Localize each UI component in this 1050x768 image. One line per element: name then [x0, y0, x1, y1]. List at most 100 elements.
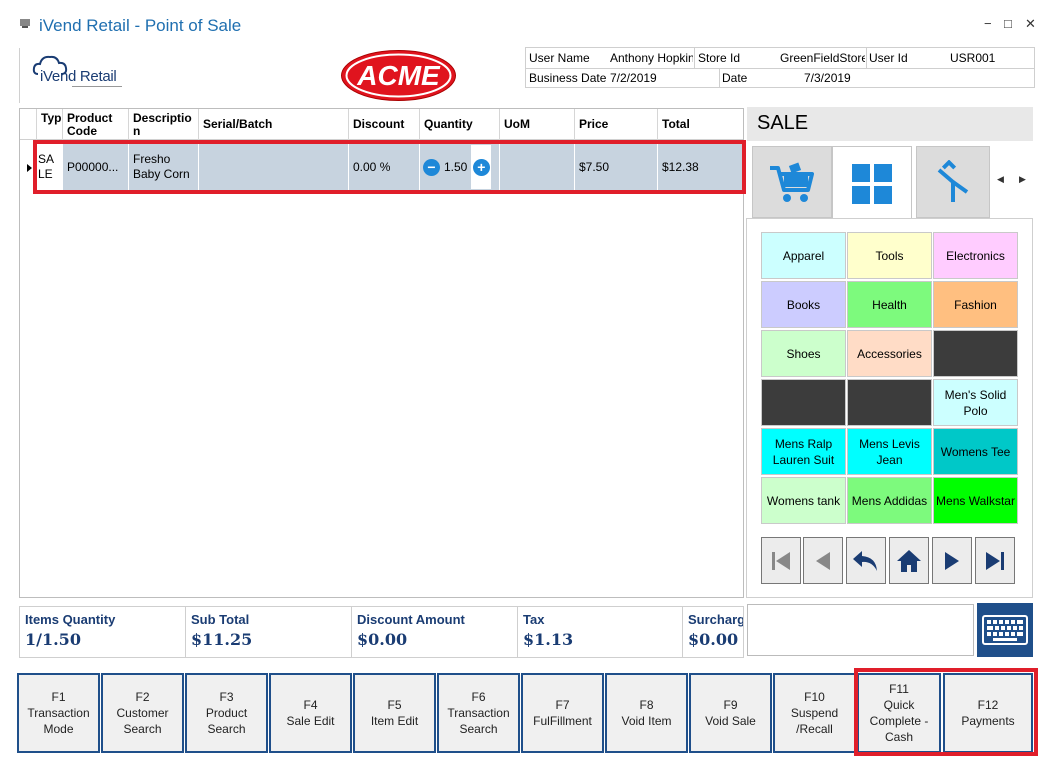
- f4-sale-edit-button[interactable]: F4 Sale Edit: [269, 673, 352, 753]
- category-accessories[interactable]: Accessories: [847, 330, 932, 377]
- column-header-type[interactable]: Type: [37, 109, 63, 140]
- home-button[interactable]: [889, 537, 929, 584]
- decrease-quantity-button[interactable]: −: [423, 158, 440, 176]
- items-quantity-value: 1/1.50: [25, 630, 81, 649]
- category-empty-slot[interactable]: [847, 379, 932, 426]
- acme-text: ACME: [356, 60, 441, 91]
- category-books[interactable]: Books: [761, 281, 846, 328]
- product-mens-addidas[interactable]: Mens Addidas: [847, 477, 932, 524]
- grid-icon: [852, 163, 892, 204]
- date-value: 7/3/2019: [804, 71, 851, 85]
- business-date-value: 7/2/2019: [610, 71, 657, 85]
- product-mens-levis-jean[interactable]: Mens Levis Jean: [847, 428, 932, 475]
- fkey-number: F11: [889, 682, 909, 696]
- user-id-label: User Id: [869, 51, 908, 65]
- totals-bar: Items Quantity 1/1.50 Sub Total $11.25 D…: [19, 606, 744, 658]
- cell-price: $7.50: [575, 142, 658, 192]
- category-fashion[interactable]: Fashion: [933, 281, 1018, 328]
- next-page-button[interactable]: [932, 537, 972, 584]
- f10-suspend-recall-button[interactable]: F10 Suspend /Recall: [773, 673, 856, 753]
- title-bar: iVend Retail - Point of Sale − □ ✕: [0, 0, 1050, 40]
- tax-summary: Tax $1.13: [518, 607, 683, 657]
- f6-transaction-search-button[interactable]: F6 Transaction Search: [437, 673, 520, 753]
- column-header-uom[interactable]: UoM: [500, 109, 575, 140]
- fkey-label: FulFillment: [533, 714, 592, 728]
- category-shoes[interactable]: Shoes: [761, 330, 846, 377]
- column-header-discount[interactable]: Discount: [349, 109, 420, 140]
- f3-product-search-button[interactable]: F3 Product Search: [185, 673, 268, 753]
- product-womens-tee[interactable]: Womens Tee: [933, 428, 1018, 475]
- next-icon: [945, 551, 959, 570]
- category-empty-slot[interactable]: [761, 379, 846, 426]
- first-page-icon: [772, 551, 790, 570]
- items-quantity-summary: Items Quantity 1/1.50: [20, 607, 186, 657]
- f1-transaction-mode-button[interactable]: F1 Transaction Mode: [17, 673, 100, 753]
- tab-categories[interactable]: [832, 146, 912, 220]
- product-mens-walkstar[interactable]: Mens Walkstar: [933, 477, 1018, 524]
- quantity-value[interactable]: 1.50: [444, 160, 467, 175]
- first-page-button[interactable]: [761, 537, 801, 584]
- category-empty-slot[interactable]: [933, 330, 1018, 377]
- merge-icon: [937, 160, 969, 202]
- f9-void-sale-button[interactable]: F9 Void Sale: [689, 673, 772, 753]
- back-button[interactable]: [846, 537, 886, 584]
- tax-label: Tax: [523, 612, 545, 627]
- previous-icon: [816, 551, 830, 570]
- fkey-label: Sale Edit: [286, 714, 335, 728]
- increase-quantity-button[interactable]: +: [472, 158, 490, 176]
- category-health[interactable]: Health: [847, 281, 932, 328]
- category-electronics[interactable]: Electronics: [933, 232, 1018, 279]
- tab-cart[interactable]: [752, 146, 832, 218]
- discount-amount-label: Discount Amount: [357, 612, 465, 627]
- column-header-total[interactable]: Total: [658, 109, 743, 140]
- product-womens-tank[interactable]: Womens tank: [761, 477, 846, 524]
- user-id-value: USR001: [950, 51, 996, 65]
- fkey-label: Void Item: [621, 714, 672, 728]
- fkey-number: F6: [471, 690, 486, 704]
- items-quantity-label: Items Quantity: [25, 612, 116, 627]
- cell-quantity: − 1.50 +: [420, 142, 500, 192]
- surcharge-value: $0.00: [688, 630, 739, 649]
- product-mens-ralp-lauren-suit[interactable]: Mens Ralp Lauren Suit: [761, 428, 846, 475]
- ivend-logo: iVend Retail: [19, 48, 144, 103]
- cart-icon: [770, 162, 814, 202]
- sale-tabs: ◀ ▶: [747, 144, 1033, 220]
- column-header-serial-batch[interactable]: Serial/Batch: [199, 109, 349, 140]
- keyboard-button[interactable]: [977, 603, 1033, 657]
- f5-item-edit-button[interactable]: F5 Item Edit: [353, 673, 436, 753]
- table-row[interactable]: SALE P00000... Fresho Baby Corn 0.00 % −…: [36, 142, 743, 192]
- product-mens-solid-polo[interactable]: Men's Solid Polo: [933, 379, 1018, 426]
- previous-page-button[interactable]: [803, 537, 843, 584]
- close-button[interactable]: ✕: [1025, 16, 1036, 32]
- f8-void-item-button[interactable]: F8 Void Item: [605, 673, 688, 753]
- fkey-label: Customer Search: [116, 706, 169, 736]
- cell-serial-batch[interactable]: [199, 142, 349, 192]
- column-header-product-code[interactable]: Product Code: [63, 109, 129, 140]
- column-header-price[interactable]: Price: [575, 109, 658, 140]
- sale-items-grid[interactable]: Type Product Code Description Serial/Bat…: [19, 108, 744, 598]
- session-info: User Name Anthony Hopkins Store Id Green…: [525, 47, 1035, 88]
- category-tools[interactable]: Tools: [847, 232, 932, 279]
- category-apparel[interactable]: Apparel: [761, 232, 846, 279]
- app-icon: [20, 19, 30, 28]
- cell-type: SALE: [36, 142, 63, 192]
- cell-discount: 0.00 %: [349, 142, 420, 192]
- window-title: iVend Retail - Point of Sale: [39, 16, 242, 35]
- f12-payments-button[interactable]: F12 Payments: [943, 673, 1033, 753]
- f2-customer-search-button[interactable]: F2 Customer Search: [101, 673, 184, 753]
- tabs-scroll-left-icon[interactable]: ◀: [997, 174, 1004, 185]
- f11-quick-complete-cash-button[interactable]: F11 Quick Complete - Cash: [857, 673, 941, 753]
- fkey-label: Transaction Search: [447, 706, 510, 736]
- minimize-button[interactable]: −: [984, 16, 992, 31]
- tab-merge[interactable]: [916, 146, 990, 218]
- tabs-scroll-right-icon[interactable]: ▶: [1019, 174, 1026, 185]
- maximize-button[interactable]: □: [1004, 16, 1012, 31]
- f7-fulfillment-button[interactable]: F7 FulFillment: [521, 673, 604, 753]
- date-label: Date: [722, 71, 748, 85]
- store-id-value: GreenFieldStore: [780, 51, 865, 65]
- logo-underline: [72, 86, 122, 90]
- last-page-button[interactable]: [975, 537, 1015, 584]
- column-header-quantity[interactable]: Quantity: [420, 109, 500, 140]
- barcode-input[interactable]: [747, 604, 974, 656]
- column-header-description[interactable]: Description: [129, 109, 199, 140]
